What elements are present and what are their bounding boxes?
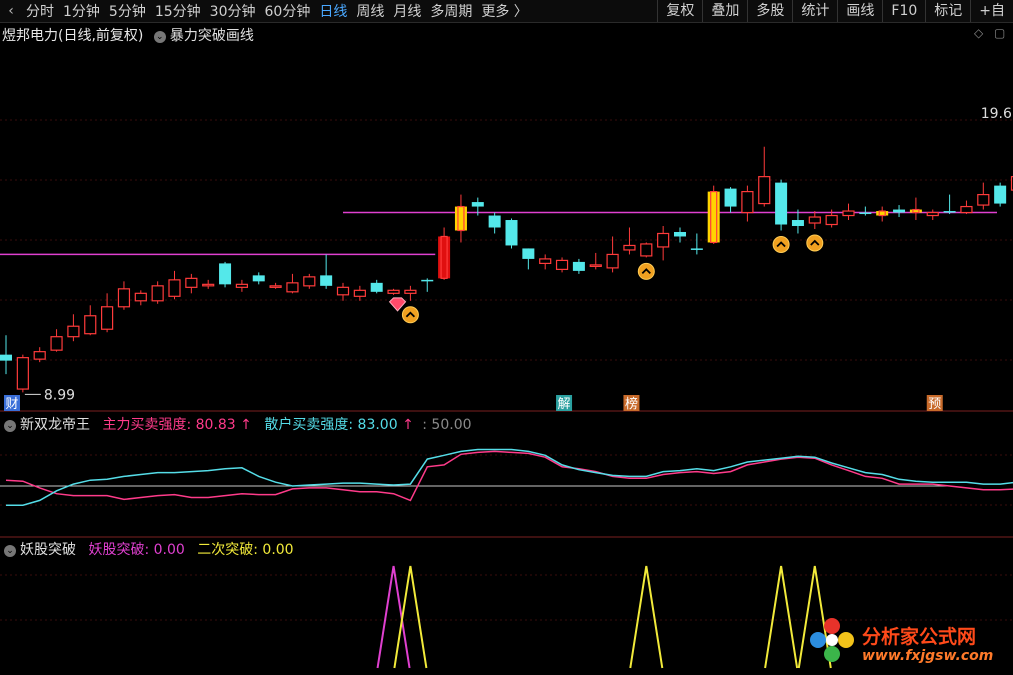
candle-body-14	[235, 283, 248, 288]
candle-body-51	[859, 212, 872, 215]
candle-body-11	[185, 277, 198, 288]
flower-logo-icon	[806, 616, 856, 666]
candle-body-44	[741, 190, 754, 214]
signal-bar-42	[707, 191, 720, 243]
candle-body-19	[320, 275, 333, 286]
high-price-label: 19.67	[981, 106, 1013, 122]
watermark-url: www.fxjgsw.com	[862, 648, 994, 664]
sub1-series-0	[5, 450, 1013, 502]
candle-body-22	[370, 282, 383, 292]
candle-body-40	[674, 231, 686, 237]
chart-canvas[interactable]: 19.67 8.99 财 解 榜 预	[0, 0, 1013, 675]
candle-body-37	[623, 244, 636, 251]
candle-body-32	[539, 258, 552, 265]
candle-body-16	[269, 285, 282, 288]
candle-body-29	[488, 215, 501, 228]
candle-body-25	[421, 279, 434, 282]
up-signal-icon-0	[401, 306, 419, 324]
candle-body-45	[758, 176, 771, 205]
candle-body-10	[168, 279, 181, 297]
candle-body-23	[387, 289, 400, 294]
candle-body-31	[522, 248, 535, 259]
marker-yu: 预	[928, 397, 941, 412]
sub2-spike-1-2	[764, 565, 799, 669]
candle-body-3	[50, 336, 63, 351]
marker-cai: 财	[5, 397, 18, 412]
watermark-title: 分析家公式网	[862, 626, 977, 648]
candle-body-55	[926, 211, 939, 217]
candle-body-46	[775, 182, 788, 225]
candle-body-17	[286, 282, 299, 293]
signal-bar-27	[454, 206, 467, 231]
candle-body-0	[0, 354, 12, 361]
candle-body-15	[252, 275, 265, 282]
candle-body-47	[791, 220, 804, 227]
candle-body-20	[336, 286, 350, 296]
sub1-series-1	[6, 448, 1013, 506]
candle-body-21	[353, 289, 366, 297]
candle-body-4	[67, 325, 80, 338]
up-signal-icon-3	[806, 234, 824, 252]
sub2-spike-1-0	[393, 565, 428, 669]
signal-bar-52	[876, 211, 889, 216]
candle-body-53	[893, 209, 906, 213]
candle-body-59	[994, 185, 1007, 204]
up-signal-icon-2	[772, 235, 790, 253]
candle-body-58	[977, 193, 990, 206]
low-price-label: 8.99	[44, 387, 75, 403]
marker-bang: 榜	[625, 396, 638, 412]
watermark-logo	[806, 616, 856, 666]
candle-body-50	[842, 210, 855, 217]
candle-body-28	[471, 202, 484, 207]
candle-body-36	[606, 253, 619, 269]
sub2-spike-1-1	[629, 565, 664, 669]
candle-body-13	[219, 263, 232, 285]
candle-body-41	[690, 248, 703, 250]
candle-body-1	[16, 357, 29, 390]
candle-body-43	[724, 188, 737, 207]
candle-body-34	[572, 261, 585, 271]
candle-body-30	[505, 220, 518, 246]
candle-body-12	[202, 283, 215, 287]
candle-body-8	[134, 292, 147, 302]
candle-body-24	[404, 289, 417, 294]
candle-body-7	[117, 288, 131, 308]
candle-body-39	[657, 232, 670, 248]
candle-body-57	[960, 205, 973, 214]
marker-jie: 解	[558, 397, 571, 412]
candle-body-2	[33, 351, 46, 360]
candle-body-6	[100, 306, 114, 330]
signal-bar-26	[438, 236, 451, 279]
candle-body-38	[640, 243, 653, 257]
diamond-signal-icon-0	[388, 297, 407, 312]
sub2-spike-0-0	[376, 565, 411, 669]
candle-body-9	[151, 285, 164, 302]
candle-body-56	[943, 211, 956, 213]
candle-body-33	[555, 259, 569, 270]
candle-body-18	[303, 276, 316, 287]
candle-body-5	[84, 315, 97, 335]
up-signal-icon-1	[637, 262, 655, 280]
candle-body-35	[589, 264, 602, 267]
candle-body-49	[825, 214, 838, 226]
candle-body-48	[808, 216, 821, 224]
